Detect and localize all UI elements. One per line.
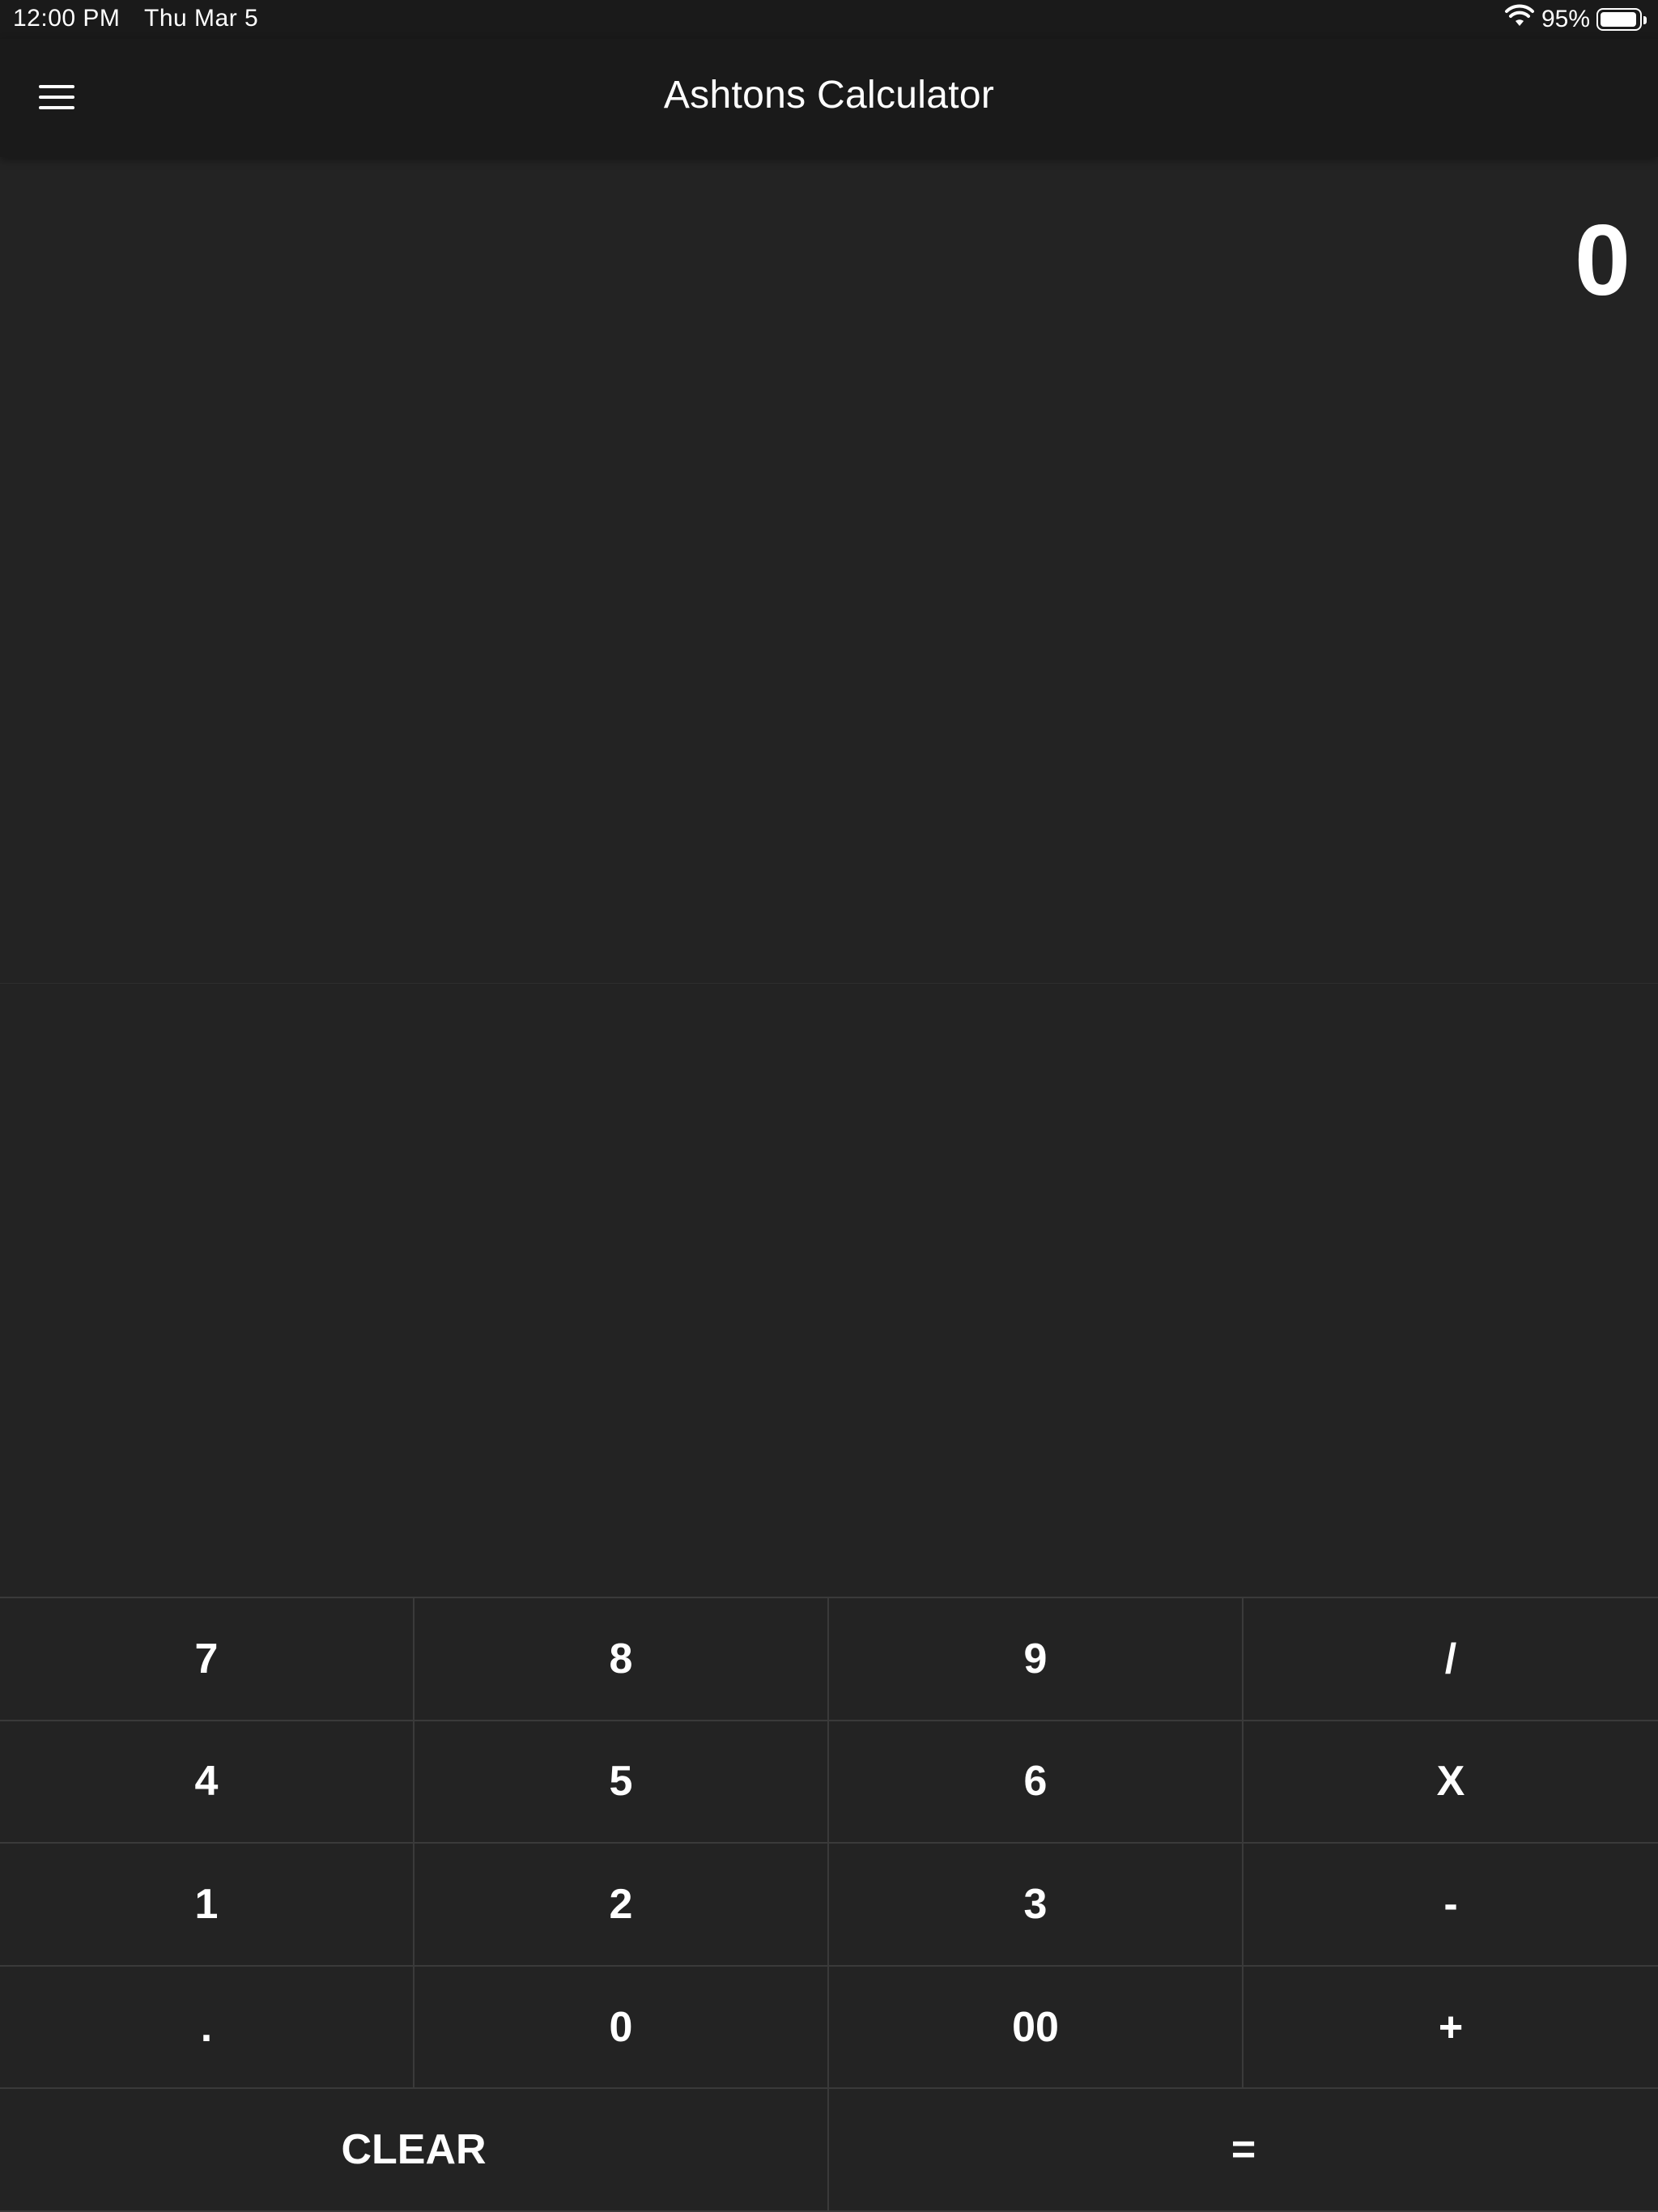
key-double-zero[interactable]: 00: [829, 1966, 1244, 2090]
calculator-screen: 12:00 PM Thu Mar 5 95% Ashtons Calculato…: [0, 0, 1658, 2212]
key-multiply[interactable]: X: [1244, 1721, 1658, 1844]
key-1[interactable]: 1: [0, 1844, 414, 1967]
key-4[interactable]: 4: [0, 1721, 414, 1844]
page-title: Ashtons Calculator: [663, 74, 995, 117]
equals-button[interactable]: =: [829, 2089, 1658, 2212]
keypad: 7 8 9 / 4 5 6 X 1 2 3 - . 0 00 + CLEAR =: [0, 1597, 1658, 2212]
display-value: 0: [1575, 205, 1630, 317]
nav-header: Ashtons Calculator: [0, 39, 1658, 157]
clear-button[interactable]: CLEAR: [0, 2089, 829, 2212]
key-add[interactable]: +: [1244, 1966, 1658, 2090]
key-9[interactable]: 9: [829, 1598, 1244, 1721]
status-date: Thu Mar 5: [144, 5, 259, 32]
result-display: 0: [0, 157, 1658, 984]
key-divide[interactable]: /: [1244, 1598, 1658, 1721]
key-5[interactable]: 5: [414, 1721, 829, 1844]
key-2[interactable]: 2: [414, 1844, 829, 1967]
battery-nub: [1643, 16, 1647, 24]
key-0[interactable]: 0: [414, 1966, 829, 2090]
battery-icon: [1596, 8, 1647, 31]
status-time: 12:00 PM: [13, 5, 121, 32]
key-8[interactable]: 8: [414, 1598, 829, 1721]
key-3[interactable]: 3: [829, 1844, 1244, 1967]
key-7[interactable]: 7: [0, 1598, 414, 1721]
status-right: 95%: [1504, 4, 1647, 35]
battery-percent: 95%: [1541, 6, 1590, 32]
key-subtract[interactable]: -: [1244, 1844, 1658, 1967]
key-6[interactable]: 6: [829, 1721, 1244, 1844]
history-area: [0, 984, 1658, 1597]
status-bar: 12:00 PM Thu Mar 5 95%: [0, 0, 1658, 39]
wifi-icon: [1504, 4, 1535, 35]
key-decimal[interactable]: .: [0, 1966, 414, 2090]
battery-fill: [1601, 12, 1636, 27]
